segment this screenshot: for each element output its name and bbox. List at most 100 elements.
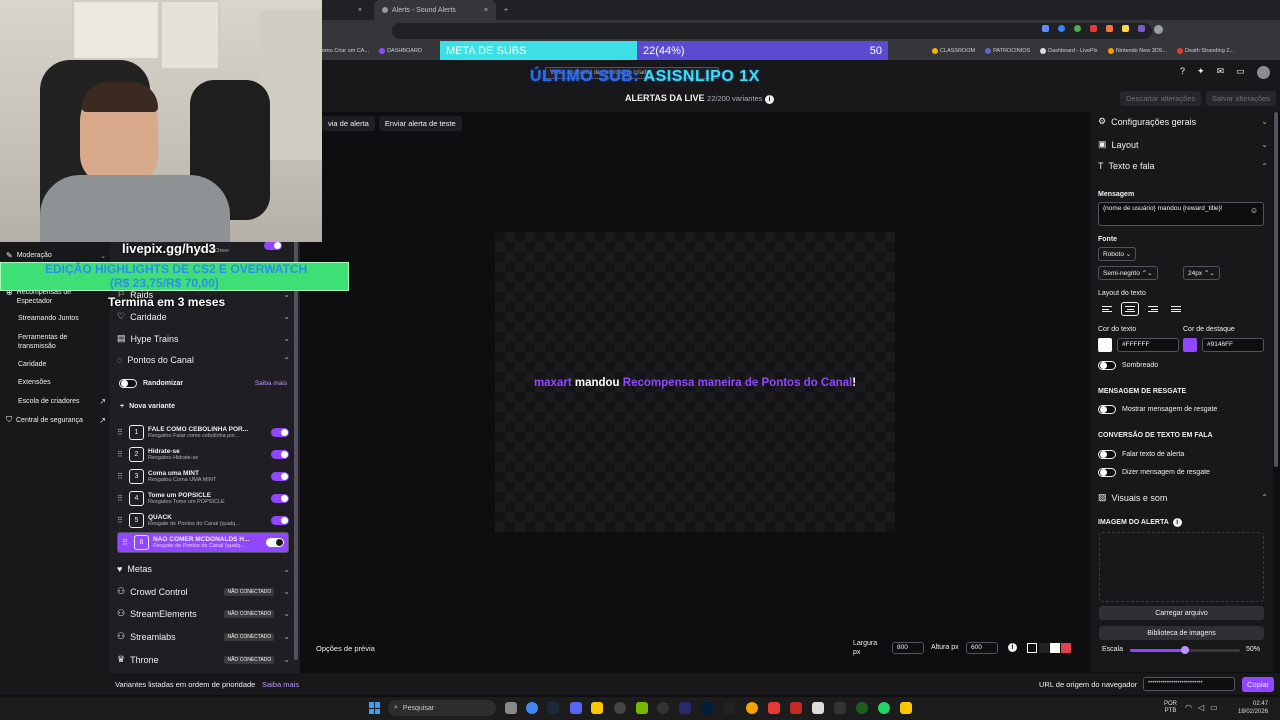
section-layout[interactable]: ▣ Layout ⌄ bbox=[1098, 139, 1268, 150]
inbox-icon[interactable]: ✉ bbox=[1217, 66, 1225, 79]
emoji-icon[interactable]: ☺ bbox=[1250, 206, 1258, 215]
folder-icon[interactable] bbox=[591, 702, 603, 714]
new-tab-icon[interactable]: + bbox=[496, 0, 516, 20]
steam-icon[interactable] bbox=[547, 702, 559, 714]
capcut-icon[interactable] bbox=[723, 702, 735, 714]
align-center-icon[interactable] bbox=[1121, 302, 1139, 316]
section-streamlabs[interactable]: ⚇ Streamlabs NÃO CONECTADO ⌄ bbox=[117, 631, 290, 642]
nav-charity[interactable]: Caridade bbox=[6, 361, 106, 368]
learn-more-link[interactable]: Saiba mais bbox=[255, 380, 287, 387]
clock[interactable]: 02:47 18/02/2026 bbox=[1238, 700, 1268, 716]
whatsapp-icon[interactable] bbox=[878, 702, 890, 714]
section-general-settings[interactable]: ⚙ Configurações gerais ⌄ bbox=[1098, 116, 1268, 127]
drag-handle-icon[interactable]: ⠿ bbox=[117, 516, 125, 525]
app-icon[interactable] bbox=[812, 702, 824, 714]
battery-icon[interactable]: ▭ bbox=[1210, 703, 1218, 712]
section-streamelements[interactable]: ⚇ StreamElements NÃO CONECTADO ⌄ bbox=[117, 608, 290, 619]
extension-icon[interactable] bbox=[1122, 25, 1129, 32]
chat-icon[interactable]: ▭ bbox=[1236, 66, 1245, 79]
message-input[interactable]: {nome de usuário} mandou {reward_title}!… bbox=[1098, 202, 1264, 226]
info-icon[interactable]: i bbox=[1008, 643, 1017, 652]
discard-button[interactable]: Descartar alterações bbox=[1120, 91, 1202, 106]
highlight-color-input[interactable]: #9146FF bbox=[1202, 338, 1264, 352]
new-variant-button[interactable]: + Nova variante bbox=[120, 403, 175, 410]
cheer-variant-toggle[interactable] bbox=[264, 241, 282, 250]
extension-icon[interactable] bbox=[1090, 25, 1097, 32]
app-icon[interactable] bbox=[746, 702, 758, 714]
bookmark[interactable]: DASHBOARD bbox=[379, 48, 422, 54]
task-view-icon[interactable] bbox=[505, 702, 517, 714]
variant-row-selected[interactable]: ⠿ 6 NÃO COMER MCDONALDS H... Resgate de Pon… bbox=[117, 532, 289, 553]
wifi-icon[interactable]: ◠ bbox=[1185, 703, 1192, 712]
language-indicator[interactable]: POR PTB bbox=[1164, 701, 1177, 715]
save-button[interactable]: Salvar alterações bbox=[1206, 91, 1276, 106]
windows-start-icon[interactable] bbox=[369, 702, 381, 714]
section-channel-points[interactable]: ◌ Pontos do Canal ⌃ bbox=[117, 355, 290, 365]
randomize-toggle[interactable] bbox=[119, 379, 137, 388]
extension-icon[interactable] bbox=[1106, 25, 1113, 32]
bookmark[interactable]: PATROCINIOS bbox=[985, 48, 1030, 54]
nav-creator-school[interactable]: Escola de criadores ↗ bbox=[6, 397, 106, 406]
text-color-input[interactable]: #FFFFFF bbox=[1117, 338, 1179, 352]
variant-toggle[interactable] bbox=[266, 538, 284, 547]
source-url-field[interactable]: •••••••••••••••••••••••••• bbox=[1143, 677, 1235, 691]
drag-handle-icon[interactable]: ⠿ bbox=[117, 450, 125, 459]
bg-black-swatch[interactable] bbox=[1027, 643, 1037, 653]
nav-stream-together[interactable]: Streamando Juntos bbox=[6, 315, 106, 322]
extension-icon[interactable] bbox=[1138, 25, 1145, 32]
sidebar-scrollbar[interactable] bbox=[294, 240, 298, 660]
nav-extensions[interactable]: Extensões bbox=[6, 379, 106, 386]
image-library-button[interactable]: Biblioteca de imagens bbox=[1099, 626, 1264, 640]
scale-slider-thumb[interactable] bbox=[1181, 646, 1189, 654]
section-visuals-sound[interactable]: ▨ Visuais e som ⌃ bbox=[1098, 492, 1268, 503]
copy-button[interactable]: Copiar bbox=[1242, 677, 1275, 692]
bg-dark-swatch[interactable] bbox=[1039, 643, 1049, 653]
weight-select[interactable]: Semi-negrito ⌃⌄ bbox=[1098, 266, 1158, 280]
discord-icon[interactable] bbox=[570, 702, 582, 714]
preview-alert-button[interactable]: via de alerta bbox=[322, 115, 375, 131]
app-icon[interactable] bbox=[790, 702, 802, 714]
upload-file-button[interactable]: Carregar arquivo bbox=[1099, 606, 1264, 620]
bookmark[interactable]: Dashboard - LivePix bbox=[1040, 48, 1098, 54]
drag-handle-icon[interactable]: ⠿ bbox=[117, 494, 125, 503]
speak-alert-toggle[interactable] bbox=[1098, 450, 1116, 459]
bookmark[interactable]: CLASSROOM bbox=[931, 48, 975, 54]
extension-icon[interactable] bbox=[1042, 25, 1049, 32]
footer-learn-more-link[interactable]: Saiba mais bbox=[262, 680, 299, 689]
scale-slider-track[interactable] bbox=[1130, 646, 1240, 654]
shadow-toggle[interactable] bbox=[1098, 361, 1116, 370]
nvidia-icon[interactable] bbox=[636, 702, 648, 714]
image-dropzone[interactable] bbox=[1099, 532, 1264, 602]
align-right-icon[interactable] bbox=[1144, 302, 1162, 316]
variant-row[interactable]: ⠿ 3 Coma uma MINT Resgatou Coma UMA MINT bbox=[117, 466, 289, 487]
bookmark[interactable]: omo Criar um CA... bbox=[322, 48, 369, 54]
photoshop-icon[interactable] bbox=[701, 702, 713, 714]
info-icon[interactable]: i bbox=[1172, 518, 1182, 527]
app-icon[interactable] bbox=[856, 702, 868, 714]
speak-redeem-toggle[interactable] bbox=[1098, 468, 1116, 477]
tab-close-icon[interactable]: × bbox=[322, 0, 370, 20]
github-icon[interactable] bbox=[657, 702, 669, 714]
align-justify-icon[interactable] bbox=[1167, 302, 1185, 316]
acrobat-icon[interactable] bbox=[768, 702, 780, 714]
section-text-speech[interactable]: T Texto e fala ⌃ bbox=[1098, 161, 1268, 171]
section-throne[interactable]: ♛ Throne NÃO CONECTADO ⌄ bbox=[117, 654, 290, 665]
size-select[interactable]: 24px ⌃⌄ bbox=[1183, 266, 1220, 280]
bookmark[interactable]: Nintendo New 3DS... bbox=[1107, 48, 1167, 54]
preview-options-label[interactable]: Opções de prévia bbox=[316, 644, 375, 653]
align-left-icon[interactable] bbox=[1098, 302, 1116, 316]
section-crowd-control[interactable]: ⚇ Crowd Control NÃO CONECTADO ⌄ bbox=[117, 586, 290, 597]
height-input[interactable]: 600 bbox=[966, 642, 998, 654]
width-input[interactable]: 800 bbox=[892, 642, 924, 654]
variant-toggle[interactable] bbox=[271, 494, 289, 503]
variant-row[interactable]: ⠿ 1 FALE COMO CEBOLINHA POR... Resgatou Fal… bbox=[117, 422, 289, 443]
drag-handle-icon[interactable]: ⠿ bbox=[117, 428, 125, 437]
variant-toggle[interactable] bbox=[271, 450, 289, 459]
extension-icon[interactable] bbox=[1074, 25, 1081, 32]
section-charity[interactable]: ♡ Caridade ⌄ bbox=[117, 311, 290, 322]
tab-alerts[interactable]: Alerts - Sound Alerts × bbox=[374, 0, 496, 20]
bookmark[interactable]: Death Stranding 2... bbox=[1177, 48, 1234, 54]
obs-icon[interactable] bbox=[614, 702, 626, 714]
variant-row[interactable]: ⠿ 4 Tome um POPSICLE Resgatou Tome um POPSI… bbox=[117, 488, 289, 509]
bg-red-swatch[interactable] bbox=[1061, 643, 1071, 653]
